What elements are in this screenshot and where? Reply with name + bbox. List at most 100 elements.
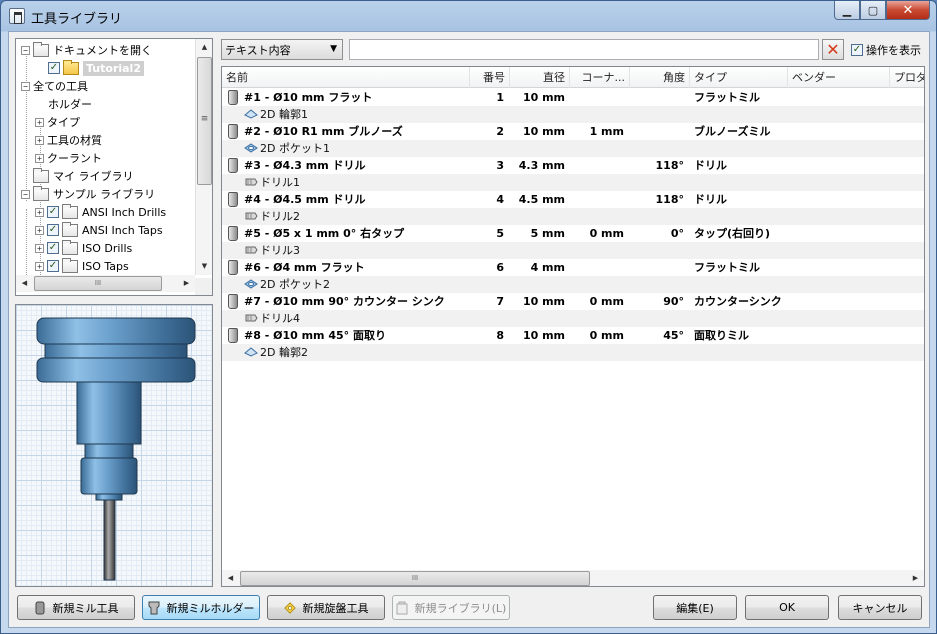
column-header-number[interactable]: 番号	[470, 67, 510, 88]
table-row[interactable]: #1 - Ø10 mm フラット 1 10 mm フラットミル	[222, 89, 924, 106]
operation-row[interactable]: ドリル3	[222, 242, 924, 259]
library-icon	[62, 239, 78, 255]
cell-angle: 45°	[663, 329, 684, 342]
scroll-thumb[interactable]: III	[240, 571, 590, 586]
table-row[interactable]: #8 - Ø10 mm 45° 面取り 8 10 mm 0 mm 45° 面取りミル	[222, 327, 924, 344]
expand-icon[interactable]: +	[35, 135, 44, 145]
tool-list[interactable]: 名前 番号 直径 コーナ... 角度 タイプ ベンダー プロダ #1 - Ø10…	[221, 66, 925, 587]
scroll-down-arrow-icon[interactable]: ▼	[196, 258, 212, 275]
tree-item-tool-material[interactable]: + 工具の材質	[35, 131, 102, 149]
tree-item-holders[interactable]: ホルダー	[48, 95, 92, 113]
column-header-product[interactable]: プロダ	[890, 67, 924, 88]
tree-horizontal-scrollbar[interactable]: ◀ III ▶	[16, 275, 195, 292]
operation-row[interactable]: 2D ポケット1	[222, 140, 924, 157]
clear-search-button[interactable]: ✕	[822, 39, 844, 60]
dialog-client: − ドキュメントを開く ✓ Tutorial2 − 全ての工具 ホルダー + タ…	[8, 31, 930, 628]
column-header-vendor[interactable]: ベンダー	[788, 67, 890, 88]
cell-name: #7 - Ø10 mm 90° カウンター シンク	[244, 295, 445, 308]
table-row[interactable]: #4 - Ø4.5 mm ドリル 4 4.5 mm 118° ドリル	[222, 191, 924, 208]
operation-label: 2D ポケット2	[260, 278, 330, 291]
library-icon	[62, 221, 78, 237]
expand-icon[interactable]: +	[35, 207, 44, 217]
scroll-up-arrow-icon[interactable]: ▲	[196, 39, 212, 56]
tool-library-icon	[9, 8, 25, 24]
scroll-left-arrow-icon[interactable]: ◀	[16, 275, 33, 292]
table-row[interactable]: #3 - Ø4.3 mm ドリル 3 4.3 mm 118° ドリル	[222, 157, 924, 174]
tree-item-open-documents[interactable]: − ドキュメントを開く	[21, 41, 152, 59]
title-bar[interactable]: 工具ライブラリ ▁ ▢ ✕	[1, 1, 936, 31]
scroll-right-arrow-icon[interactable]: ▶	[178, 275, 195, 292]
cancel-button[interactable]: キャンセル	[838, 595, 922, 620]
tree-vertical-scrollbar[interactable]: ▲ ≡ ▼	[195, 39, 212, 275]
cell-corner	[570, 191, 624, 208]
collapse-icon[interactable]: −	[21, 45, 30, 55]
tree-item-ansi-inch-taps[interactable]: + ✓ ANSI Inch Taps	[35, 221, 163, 239]
cell-angle: 90°	[663, 295, 684, 308]
scroll-thumb[interactable]: ≡	[197, 57, 212, 185]
operation-label: ドリル3	[260, 244, 300, 257]
checkbox-checked-icon[interactable]: ✓	[47, 260, 59, 272]
cell-angle	[630, 123, 684, 140]
library-tree[interactable]: − ドキュメントを開く ✓ Tutorial2 − 全ての工具 ホルダー + タ…	[15, 38, 213, 296]
expand-icon[interactable]: +	[35, 225, 44, 235]
search-input[interactable]	[349, 39, 819, 60]
column-header-name[interactable]: 名前	[222, 67, 470, 88]
scroll-right-arrow-icon[interactable]: ▶	[907, 570, 924, 586]
expand-icon[interactable]: +	[35, 117, 44, 127]
cell-name: #4 - Ø4.5 mm ドリル	[244, 193, 366, 206]
operation-row[interactable]: ドリル1	[222, 174, 924, 191]
tool-icon	[228, 158, 238, 173]
table-row[interactable]: #6 - Ø4 mm フラット 6 4 mm フラットミル	[222, 259, 924, 276]
new-library-button[interactable]: 新規ライブラリ(L)	[392, 595, 510, 620]
list-horizontal-scrollbar[interactable]: ◀ III ▶	[222, 570, 924, 586]
table-row[interactable]: #5 - Ø5 x 1 mm 0° 右タップ 5 5 mm 0 mm 0° タップ(右回り…	[222, 225, 924, 242]
scroll-left-arrow-icon[interactable]: ◀	[222, 570, 239, 586]
cell-angle	[630, 89, 684, 106]
tree-item-coolant[interactable]: + クーラント	[35, 149, 102, 167]
expand-icon[interactable]: +	[35, 261, 44, 271]
cell-angle: 0°	[670, 227, 684, 240]
column-header-corner[interactable]: コーナ...	[570, 67, 630, 88]
ok-button[interactable]: OK	[745, 595, 829, 620]
tree-item-iso-taps[interactable]: + ✓ ISO Taps	[35, 257, 129, 275]
checkbox-checked-icon[interactable]: ✓	[47, 206, 59, 218]
operation-row[interactable]: 2D ポケット2	[222, 276, 924, 293]
table-row[interactable]: #2 - Ø10 R1 mm ブルノーズ 2 10 mm 1 mm ブルノーズミル	[222, 123, 924, 140]
cell-diameter: 4.5 mm	[518, 193, 565, 206]
expand-icon[interactable]: +	[35, 243, 44, 253]
new-mill-tool-button[interactable]: 新規ミル工具	[17, 595, 135, 620]
minimize-button[interactable]: ▁	[834, 1, 860, 20]
expand-icon[interactable]: +	[35, 153, 44, 163]
scroll-thumb[interactable]: III	[34, 276, 162, 291]
new-lathe-tool-button[interactable]: 新規旋盤工具	[267, 595, 385, 620]
tool-preview	[15, 304, 213, 587]
collapse-icon[interactable]: −	[21, 189, 30, 199]
tree-item-type[interactable]: + タイプ	[35, 113, 80, 131]
new-mill-holder-button[interactable]: 新規ミルホルダー	[142, 595, 260, 620]
maximize-button[interactable]: ▢	[860, 1, 886, 20]
column-header-type[interactable]: タイプ	[690, 67, 788, 88]
cell-number: 4	[496, 193, 504, 206]
tree-item-sample-library[interactable]: − サンプル ライブラリ	[21, 185, 155, 203]
tree-item-my-library[interactable]: マイ ライブラリ	[33, 167, 134, 185]
checkbox-checked-icon[interactable]: ✓	[851, 44, 863, 56]
column-header-diameter[interactable]: 直径	[510, 67, 570, 88]
tree-item-iso-drills[interactable]: + ✓ ISO Drills	[35, 239, 132, 257]
collapse-icon[interactable]: −	[21, 81, 30, 91]
edit-button[interactable]: 編集(E)	[653, 595, 737, 620]
checkbox-checked-icon[interactable]: ✓	[48, 62, 60, 74]
table-row[interactable]: #7 - Ø10 mm 90° カウンター シンク 7 10 mm 0 mm 90° カウ…	[222, 293, 924, 310]
tree-item-tutorial2[interactable]: ✓ Tutorial2	[48, 59, 144, 77]
close-button[interactable]: ✕	[886, 1, 930, 20]
operation-row[interactable]: 2D 輪郭1	[222, 106, 924, 123]
checkbox-checked-icon[interactable]: ✓	[47, 224, 59, 236]
operation-row[interactable]: ドリル4	[222, 310, 924, 327]
show-operations-toggle[interactable]: ✓ 操作を表示	[851, 42, 921, 58]
column-header-angle[interactable]: 角度	[630, 67, 690, 88]
operation-row[interactable]: ドリル2	[222, 208, 924, 225]
checkbox-checked-icon[interactable]: ✓	[47, 242, 59, 254]
tree-item-ansi-inch-drills[interactable]: + ✓ ANSI Inch Drills	[35, 203, 166, 221]
tree-item-all-tools[interactable]: − 全ての工具	[21, 77, 88, 95]
filter-field-combo[interactable]: テキスト内容 ▼	[221, 39, 343, 60]
operation-row[interactable]: 2D 輪郭2	[222, 344, 924, 361]
